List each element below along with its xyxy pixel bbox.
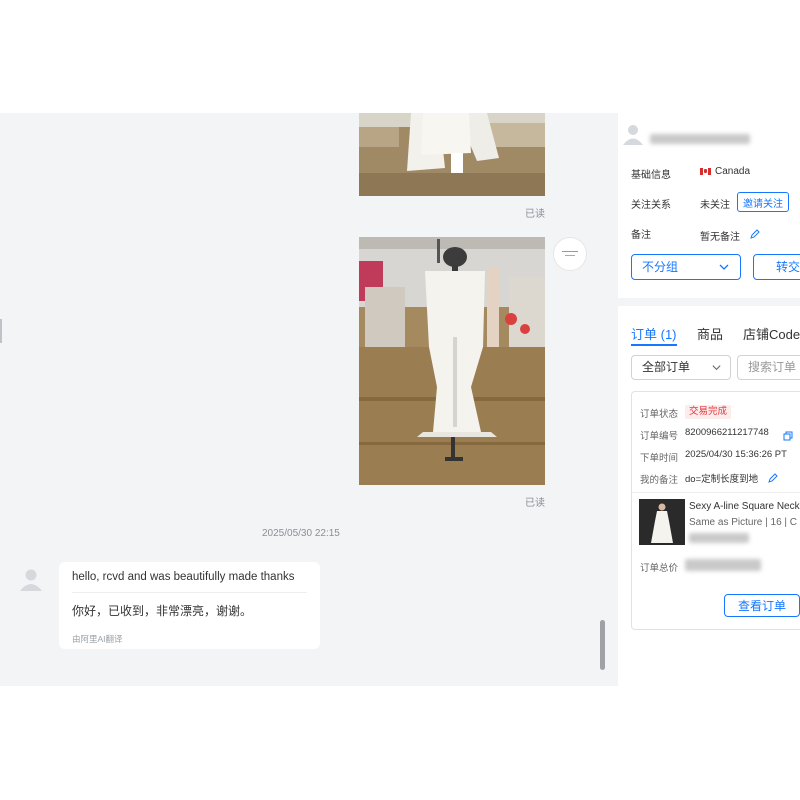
copy-icon[interactable] xyxy=(783,428,793,441)
basic-info-label: 基础信息 xyxy=(631,170,671,181)
order-time-label: 下单时间 xyxy=(640,453,679,464)
my-remark-label: 我的备注 xyxy=(640,475,679,486)
remark-label: 备注 xyxy=(631,230,651,241)
page: 已读 已读 2025/05/30 22:15 hello, rcvd and w… xyxy=(0,0,800,800)
active-tab-indicator xyxy=(631,344,677,346)
product-spec: Same as Picture | 16 | C xyxy=(689,517,798,528)
order-time: 2025/04/30 15:36:26 PT xyxy=(685,449,787,460)
order-status-label: 订单状态 xyxy=(640,409,679,420)
message-original-text: hello, rcvd and was beautifully made tha… xyxy=(72,571,295,583)
order-search-input[interactable]: 搜索订单 xyxy=(737,355,800,380)
customer-name-redacted xyxy=(650,134,750,144)
follow-status: 未关注 xyxy=(700,200,730,211)
edit-icon[interactable] xyxy=(749,227,761,239)
seller-logo-icon xyxy=(562,251,578,256)
product-price-redacted xyxy=(689,533,749,543)
user-avatar-icon[interactable] xyxy=(18,566,44,592)
tab-orders[interactable]: 订单 (1) xyxy=(631,324,677,343)
my-remark-value: do=定制长度到地 xyxy=(685,474,759,485)
customer-country: Canada xyxy=(715,166,751,177)
message-translated-text: 你好，已收到，非常漂亮，谢谢。 xyxy=(72,604,253,618)
chevron-down-icon xyxy=(712,365,721,371)
chat-scrollbar[interactable] xyxy=(600,620,605,670)
bubble-divider xyxy=(72,592,307,593)
group-select[interactable]: 不分组 xyxy=(631,254,741,280)
order-total-redacted xyxy=(685,559,761,571)
read-status: 已读 xyxy=(525,498,545,509)
invite-follow-button[interactable]: 邀请关注 xyxy=(737,192,789,212)
remark-value: 暂无备注 xyxy=(700,232,740,243)
canada-flag-icon xyxy=(700,168,711,175)
order-number: 8200966211217748 xyxy=(685,427,769,438)
tab-store-code[interactable]: 店铺Code xyxy=(743,324,800,343)
chat-image-2[interactable] xyxy=(359,237,545,485)
section-gap xyxy=(618,298,800,306)
order-card: 订单状态 交易完成 订单编号 8200966211217748 下单时间 202… xyxy=(631,391,800,630)
order-filter-select[interactable]: 全部订单 xyxy=(631,355,731,380)
chat-image-1[interactable] xyxy=(359,113,545,196)
user-avatar-icon xyxy=(621,122,645,146)
seller-avatar[interactable] xyxy=(553,237,587,271)
order-search-placeholder: 搜索订单 xyxy=(748,360,797,374)
status-badge: 交易完成 xyxy=(685,405,732,419)
tab-products[interactable]: 商品 xyxy=(697,324,723,343)
message-timestamp: 2025/05/30 22:15 xyxy=(262,528,340,539)
read-status: 已读 xyxy=(525,209,545,220)
chevron-down-icon xyxy=(719,264,729,270)
group-select-value: 不分组 xyxy=(642,260,679,274)
card-divider xyxy=(632,492,800,493)
order-total-label: 订单总价 xyxy=(640,563,679,574)
customer-panel: 基础信息 Canada 关注关系 未关注 邀请关注 备注 暂无备注 不分组 转交… xyxy=(618,113,800,800)
chat-panel: 已读 已读 2025/05/30 22:15 hello, rcvd and w… xyxy=(0,113,618,686)
follow-label: 关注关系 xyxy=(631,200,671,211)
translation-note: 由阿里AI翻译 xyxy=(72,634,123,644)
panel-divider-handle[interactable] xyxy=(0,319,2,343)
transfer-button[interactable]: 转交 xyxy=(753,254,800,280)
order-filter-value: 全部订单 xyxy=(642,360,691,374)
order-number-label: 订单编号 xyxy=(640,431,679,442)
product-image[interactable] xyxy=(639,499,685,545)
transfer-label: 转交 xyxy=(776,260,800,274)
view-order-button[interactable]: 查看订单 xyxy=(724,594,800,617)
product-title[interactable]: Sexy A-line Square Neck xyxy=(689,501,800,512)
edit-icon[interactable] xyxy=(767,471,779,483)
message-bubble: hello, rcvd and was beautifully made tha… xyxy=(59,562,320,649)
